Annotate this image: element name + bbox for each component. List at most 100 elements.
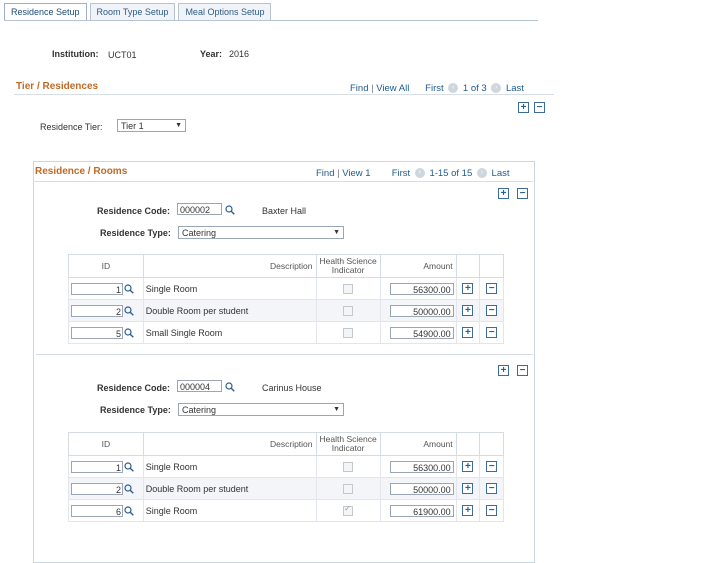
tier-prev-icon[interactable]: ‹ — [448, 83, 459, 94]
tab-divider — [4, 20, 538, 21]
tier-view-all-link[interactable]: View All — [376, 83, 409, 94]
tab-residence-setup[interactable]: Residence Setup — [4, 3, 87, 21]
rooms-last-link[interactable]: Last — [492, 168, 510, 179]
room-id-search-icon[interactable] — [124, 327, 134, 338]
residence-2-rooms-table: ID Description Health Science Indicator … — [68, 432, 504, 522]
rooms-first-link[interactable]: First — [392, 168, 410, 179]
health-science-checkbox[interactable] — [343, 283, 354, 294]
room-id-input[interactable]: 2 — [71, 304, 123, 317]
room-id-input[interactable]: 1 — [71, 282, 123, 295]
amount-input[interactable]: 50000.00 — [389, 482, 454, 495]
tier-navigation: Find | View All First ‹ 1 of 3 › Last — [350, 83, 524, 94]
residence-1-code-label: Residence Code: — [97, 206, 171, 216]
room-description: Single Room — [142, 499, 317, 522]
tab-bar: Residence Setup Room Type Setup Meal Opt… — [4, 3, 274, 21]
amount-input[interactable]: 50000.00 — [389, 304, 454, 317]
row-remove-button[interactable]: − — [486, 327, 498, 339]
residence-2-name: Carinus House — [262, 383, 322, 393]
room-id-input[interactable]: 5 — [71, 326, 123, 339]
health-science-checkbox[interactable] — [343, 483, 354, 494]
rooms-view-link[interactable]: View 1 — [342, 168, 370, 179]
institution-label: Institution: — [52, 49, 99, 59]
residence-2-code-search-icon[interactable] — [225, 382, 235, 392]
tier-last-link[interactable]: Last — [506, 83, 524, 94]
residence-1-type-select[interactable]: Catering ▼ — [178, 226, 344, 239]
tier-add-button[interactable]: + — [518, 102, 529, 113]
room-id-search-icon[interactable] — [124, 305, 134, 316]
tier-find-link[interactable]: Find — [350, 83, 368, 94]
row-add-button[interactable]: + — [462, 305, 474, 317]
table-row: 1 Single Room 56300.00 + − — [68, 455, 504, 478]
health-science-checkbox[interactable] — [343, 305, 354, 316]
table-row: 1 Single Room 56300.00 + − — [68, 277, 504, 300]
column-header-health: Health Science Indicator — [315, 432, 381, 456]
row-remove-button[interactable]: − — [486, 305, 498, 317]
rooms-find-link[interactable]: Find — [316, 168, 334, 179]
health-science-checkbox[interactable] — [343, 327, 354, 338]
row-add-button[interactable]: + — [462, 461, 474, 473]
residence-2-type-select[interactable]: Catering ▼ — [178, 403, 344, 416]
rooms-navigation: Find | View 1 First ‹ 1-15 of 15 › Last — [316, 168, 510, 179]
room-description: Double Room per student — [142, 299, 317, 322]
room-description: Single Room — [142, 455, 317, 478]
residence-2-type-value: Catering — [182, 405, 217, 415]
column-header-id: ID — [68, 432, 144, 456]
health-science-checkbox[interactable] — [343, 504, 354, 516]
table-row: 5 Small Single Room 54900.00 + − — [68, 321, 504, 344]
row-add-button[interactable]: + — [462, 483, 474, 495]
tier-next-icon[interactable]: › — [491, 83, 502, 94]
column-header-amount: Amount — [379, 254, 457, 278]
room-description: Single Room — [142, 277, 317, 300]
residence-1-code-input[interactable]: 000002 — [177, 203, 222, 215]
column-header-id: ID — [68, 254, 144, 278]
health-science-checkbox[interactable] — [343, 461, 354, 472]
table-row: 6 Single Room 61900.00 + − — [68, 499, 504, 522]
tier-first-link[interactable]: First — [425, 83, 443, 94]
room-description: Double Room per student — [142, 477, 317, 500]
residence-2-code-input[interactable]: 000004 — [177, 380, 222, 392]
residence-1-type-value: Catering — [182, 228, 217, 238]
rooms-prev-icon[interactable]: ‹ — [414, 168, 425, 179]
room-id-search-icon[interactable] — [124, 283, 134, 294]
table-row: 2 Double Room per student 50000.00 + − — [68, 299, 504, 322]
rooms-next-icon[interactable]: › — [476, 168, 487, 179]
residence-1-remove-button[interactable]: − — [517, 188, 528, 199]
amount-input[interactable]: 54900.00 — [389, 326, 454, 339]
room-id-search-icon[interactable] — [124, 461, 134, 472]
amount-input[interactable]: 56300.00 — [389, 282, 454, 295]
column-header-add — [455, 254, 481, 278]
row-remove-button[interactable]: − — [486, 483, 498, 495]
residence-1-add-button[interactable]: + — [498, 188, 509, 199]
tab-room-type-setup[interactable]: Room Type Setup — [89, 3, 176, 20]
row-remove-button[interactable]: − — [486, 461, 498, 473]
room-id-input[interactable]: 1 — [71, 460, 123, 473]
room-id-input[interactable]: 2 — [71, 482, 123, 495]
residence-2-remove-button[interactable]: − — [517, 365, 528, 376]
tab-meal-options-setup[interactable]: Meal Options Setup — [178, 3, 272, 20]
column-header-add — [455, 432, 481, 456]
chevron-down-icon: ▼ — [175, 122, 182, 129]
amount-input[interactable]: 56300.00 — [389, 460, 454, 473]
room-id-search-icon[interactable] — [124, 483, 134, 494]
residence-divider — [36, 354, 533, 355]
rooms-header-divider — [33, 181, 533, 182]
row-remove-button[interactable]: − — [486, 505, 498, 517]
residence-1-rooms-table: ID Description Health Science Indicator … — [68, 254, 504, 344]
room-description: Small Single Room — [142, 321, 317, 344]
column-header-description: Description — [142, 254, 317, 278]
table-row: 2 Double Room per student 50000.00 + − — [68, 477, 504, 500]
amount-input[interactable]: 61900.00 — [389, 504, 454, 517]
row-add-button[interactable]: + — [462, 327, 474, 339]
tier-remove-button[interactable]: − — [534, 102, 545, 113]
column-header-health: Health Science Indicator — [315, 254, 381, 278]
year-label: Year: — [200, 49, 223, 59]
residence-2-code-label: Residence Code: — [97, 383, 171, 393]
residence-2-add-button[interactable]: + — [498, 365, 509, 376]
room-id-input[interactable]: 6 — [71, 504, 123, 517]
residence-tier-select[interactable]: Tier 1 ▼ — [117, 119, 186, 132]
residence-1-code-search-icon[interactable] — [225, 205, 235, 215]
row-add-button[interactable]: + — [462, 505, 474, 517]
row-add-button[interactable]: + — [462, 283, 474, 295]
room-id-search-icon[interactable] — [124, 505, 134, 516]
row-remove-button[interactable]: − — [486, 283, 498, 295]
